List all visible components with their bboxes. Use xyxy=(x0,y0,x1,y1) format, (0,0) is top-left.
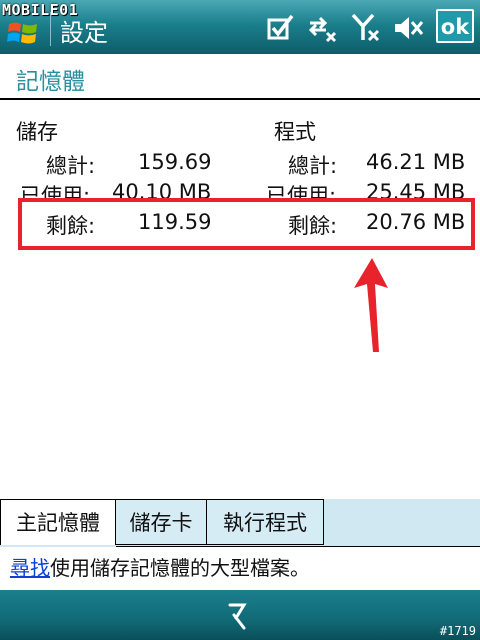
title-bar: MOBILE01 設定 ok xyxy=(0,0,480,54)
storage-header: 儲存 xyxy=(16,120,58,144)
tab-storage-card[interactable]: 儲存卡 xyxy=(115,499,207,545)
red-arrow-icon xyxy=(354,258,388,352)
page-title: 記憶體 xyxy=(16,69,85,95)
tab-baseline xyxy=(116,546,480,547)
ok-button[interactable]: ok xyxy=(436,9,474,43)
program-header: 程式 xyxy=(274,120,316,144)
program-used-row: 已使用: 25.45 MB xyxy=(240,180,480,200)
heading-divider xyxy=(0,98,480,100)
program-used-value: 25.45 MB xyxy=(366,180,466,200)
tab-running-programs[interactable]: 執行程式 xyxy=(206,499,324,545)
windows-start-icon[interactable] xyxy=(6,18,40,48)
highlight-box xyxy=(18,198,475,250)
storage-used-row: 已使用: 40.10 MB xyxy=(0,180,240,200)
storage-used-label: 已使用: xyxy=(20,184,91,200)
storage-total-value: 159.69 xyxy=(138,150,212,174)
program-total-value: 46.21 MB xyxy=(366,150,466,174)
find-link[interactable]: 尋找 xyxy=(10,556,50,580)
image-stamp: #1719 xyxy=(439,624,476,638)
program-used-label: 已使用: xyxy=(266,184,337,200)
storage-total-row: 總計: 159.69 xyxy=(0,150,240,178)
title-separator xyxy=(50,12,51,46)
window-title: 設定 xyxy=(60,19,108,47)
program-total-label: 總計: xyxy=(288,154,338,178)
volume-off-icon[interactable] xyxy=(392,12,424,44)
find-description: 使用儲存記憶體的大型檔案。 xyxy=(50,556,310,580)
find-large-files: 尋找使用儲存記憶體的大型檔案。 xyxy=(10,552,310,581)
connectivity-icon[interactable] xyxy=(306,12,338,44)
signal-off-icon[interactable] xyxy=(350,12,382,44)
storage-total-label: 總計: xyxy=(46,154,96,178)
keyboard-icon[interactable] xyxy=(222,596,258,632)
checkbox-icon[interactable] xyxy=(264,12,296,44)
program-total-row: 總計: 46.21 MB xyxy=(240,150,480,178)
storage-used-value: 40.10 MB xyxy=(112,180,212,200)
tab-main-memory[interactable]: 主記憶體 xyxy=(0,499,116,545)
